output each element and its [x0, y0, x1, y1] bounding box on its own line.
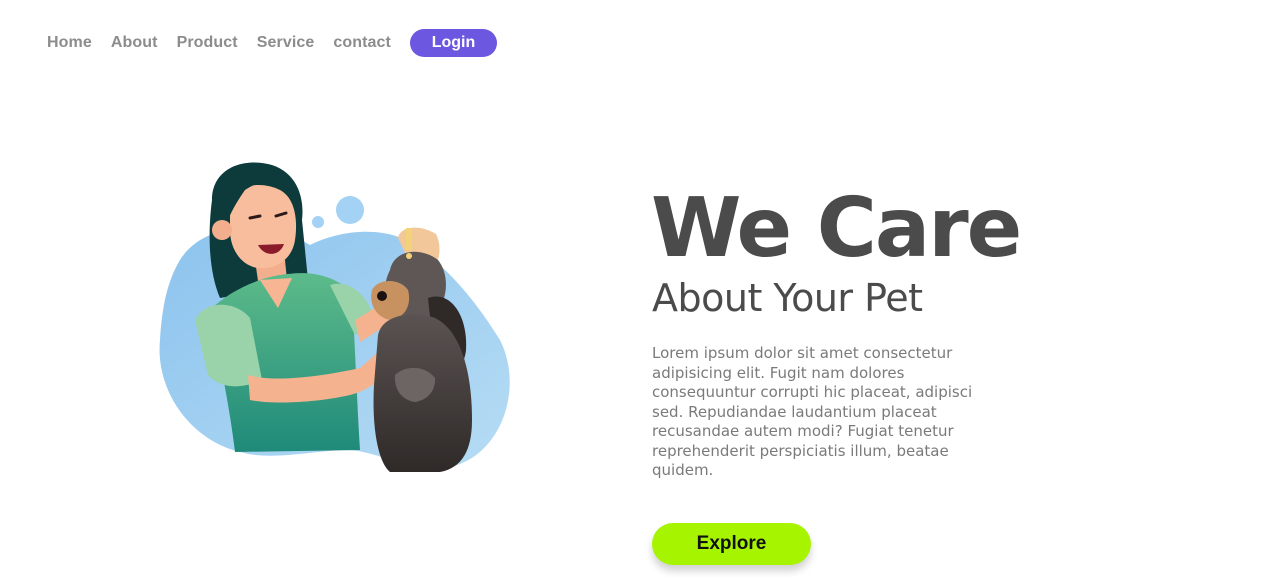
hero-headline: We Care — [651, 181, 1022, 276]
nav-link-contact[interactable]: contact — [333, 34, 391, 52]
nav-link-about[interactable]: About — [111, 34, 158, 52]
nav-link-service[interactable]: Service — [257, 34, 315, 52]
woman-with-dog-illustration-icon — [159, 162, 510, 472]
nav-link-product[interactable]: Product — [177, 34, 238, 52]
hero-subheadline: About Your Pet — [652, 276, 923, 320]
explore-button[interactable]: Explore — [652, 523, 811, 565]
hero-illustration — [150, 150, 530, 480]
login-button[interactable]: Login — [409, 29, 497, 57]
nav-link-home[interactable]: Home — [47, 34, 92, 52]
top-nav: Home About Product Service contact Login — [47, 28, 497, 58]
hero-description: Lorem ipsum dolor sit amet consectetur a… — [652, 344, 973, 479]
